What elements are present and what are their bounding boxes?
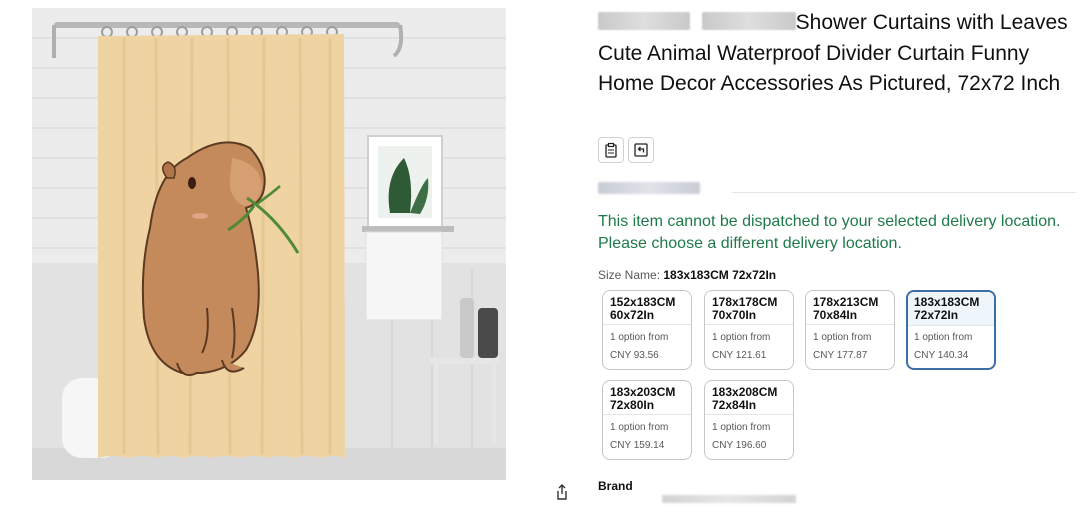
size-option-183x183-selected[interactable]: 183x183CM 72x72In 1 option from CNY 140.… — [906, 290, 996, 370]
selected-size-value: 183x183CM 72x72In — [663, 268, 777, 282]
option-price: CNY 196.60 — [712, 440, 767, 451]
size-name-label: Size Name: 183x183CM 72x72In — [598, 268, 776, 282]
option-price: CNY 140.34 — [914, 350, 969, 361]
option-price: CNY 177.87 — [813, 350, 868, 361]
size-in: 72x80In — [610, 398, 655, 412]
option-availability: 1 option from — [813, 332, 872, 343]
size-option-offer: 1 option from CNY 93.56 — [603, 325, 691, 365]
size-in: 70x70In — [712, 308, 757, 322]
redacted-brand-value — [662, 495, 796, 503]
size-option-offer: 1 option from CNY 177.87 — [806, 325, 894, 365]
share-icon[interactable] — [553, 483, 571, 501]
delivery-message: This item cannot be dispatched to your s… — [598, 213, 1061, 252]
product-title: Shower Curtains with Leaves Cute Animal … — [598, 8, 1073, 100]
size-in: 72x72In — [914, 308, 959, 322]
size-option-title: 183x203CM 72x80In — [603, 381, 691, 415]
divider — [732, 192, 1076, 193]
size-in: 60x72In — [610, 308, 655, 322]
size-label-prefix: Size Name: — [598, 268, 661, 282]
size-option-title: 152x183CM 60x72In — [603, 291, 691, 325]
size-option-178x178[interactable]: 178x178CM 70x70In 1 option from CNY 121.… — [704, 290, 794, 370]
size-option-183x203[interactable]: 183x203CM 72x80In 1 option from CNY 159.… — [602, 380, 692, 460]
size-option-offer: 1 option from CNY 140.34 — [908, 326, 994, 365]
size-option-offer: 1 option from CNY 159.14 — [603, 415, 691, 455]
size-option-title: 178x178CM 70x70In — [705, 291, 793, 325]
size-option-offer: 1 option from CNY 121.61 — [705, 325, 793, 365]
size-in: 70x84In — [813, 308, 858, 322]
option-price: CNY 159.14 — [610, 440, 665, 451]
size-option-152x183[interactable]: 152x183CM 60x72In 1 option from CNY 93.5… — [602, 290, 692, 370]
size-option-title: 183x183CM 72x72In — [908, 292, 994, 326]
size-option-offer: 1 option from CNY 196.60 — [705, 415, 793, 455]
size-in: 72x84In — [712, 398, 757, 412]
clipboard-icon[interactable] — [598, 137, 624, 163]
product-image[interactable] — [32, 8, 506, 480]
product-title-block: Shower Curtains with Leaves Cute Animal … — [598, 8, 1073, 100]
product-icons — [598, 137, 654, 163]
option-availability: 1 option from — [712, 422, 771, 433]
option-price: CNY 93.56 — [610, 350, 659, 361]
option-availability: 1 option from — [610, 332, 669, 343]
option-availability: 1 option from — [914, 332, 973, 343]
brand-label: Brand — [598, 479, 633, 493]
redacted-text — [701, 12, 796, 30]
option-availability: 1 option from — [712, 332, 771, 343]
size-option-title: 183x208CM 72x84In — [705, 381, 793, 415]
redacted-brand — [598, 12, 690, 30]
option-availability: 1 option from — [610, 422, 669, 433]
return-policy-icon[interactable] — [628, 137, 654, 163]
option-price: CNY 121.61 — [712, 350, 767, 361]
size-option-183x208[interactable]: 183x208CM 72x84In 1 option from CNY 196.… — [704, 380, 794, 460]
size-option-178x213[interactable]: 178x213CM 70x84In 1 option from CNY 177.… — [805, 290, 895, 370]
redacted-rating — [598, 182, 700, 194]
size-option-title: 178x213CM 70x84In — [806, 291, 894, 325]
